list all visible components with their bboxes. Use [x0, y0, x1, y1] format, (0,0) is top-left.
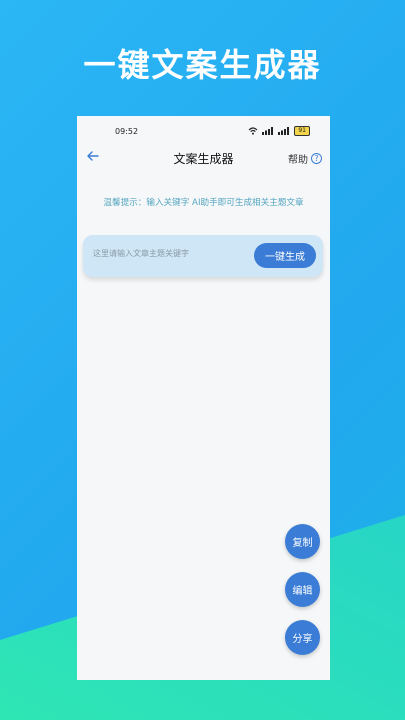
help-label: 帮助 [288, 155, 308, 166]
edit-button[interactable]: 编辑 [285, 572, 320, 607]
copy-button[interactable]: 复制 [285, 524, 320, 559]
signal-icon [278, 127, 290, 135]
keyword-input[interactable] [93, 249, 243, 258]
status-bar: 09:52 91 [77, 116, 330, 146]
battery-icon: 91 [294, 126, 310, 136]
help-button[interactable]: 帮助 ? [288, 151, 322, 166]
nav-bar: 文案生成器 帮助 ? [77, 146, 330, 170]
question-circle-icon: ? [311, 153, 322, 164]
search-card: 一键生成 [83, 235, 323, 277]
share-button[interactable]: 分享 [285, 620, 320, 655]
wifi-icon [248, 127, 258, 135]
promo-title: 一键文案生成器 [83, 46, 322, 84]
phone-screen: 09:52 91 文案生成器 帮助 ? 温馨提示：输入关键字 AI助手即可生成相… [77, 116, 330, 680]
tip-text: 温馨提示：输入关键字 AI助手即可生成相关主题文章 [103, 198, 304, 208]
status-time: 09:52 [115, 127, 139, 136]
signal-icon [262, 127, 274, 135]
generate-button[interactable]: 一键生成 [254, 243, 316, 268]
status-icons: 91 [248, 126, 310, 136]
